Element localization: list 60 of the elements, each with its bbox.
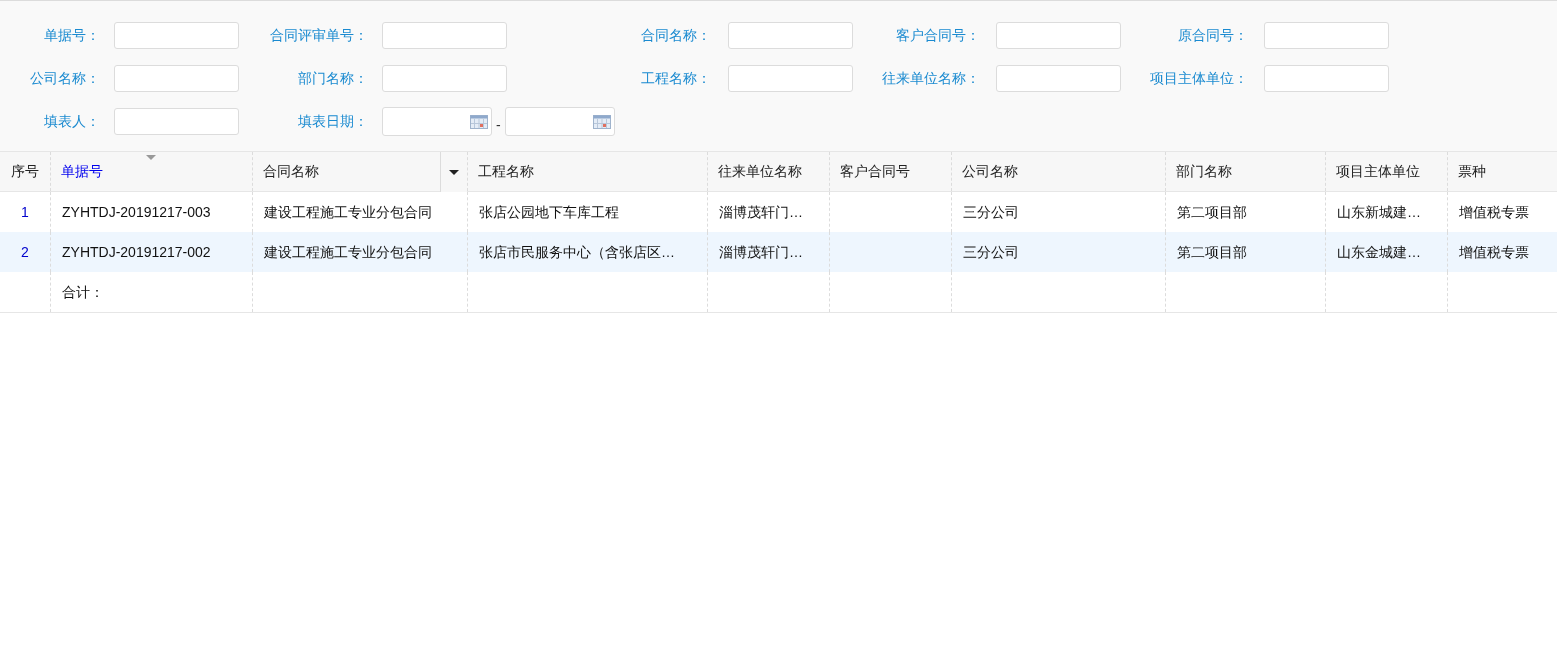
- date-field[interactable]: [504, 107, 615, 136]
- table-cell-text: ZYHTDJ-20191217-003: [62, 202, 211, 222]
- input-field[interactable]: [1264, 22, 1389, 49]
- field-label: 填表日期：: [297, 112, 368, 131]
- table-cell-text: 第二项目部: [1177, 202, 1247, 222]
- input-field[interactable]: [1264, 65, 1389, 92]
- table-cell-text: 山东金城建…: [1337, 242, 1421, 262]
- column-header[interactable]: 单据号: [50, 152, 252, 191]
- field-label: 部门名称：: [297, 69, 368, 88]
- column-header[interactable]: 工程名称: [467, 152, 707, 191]
- table-row[interactable]: 2 ZYHTDJ-20191217-002 建设工程施工专业分包合同 张店市民服务中心（含张店区… 淄博茂轩门… 三分公司 第二项目部 山东金城建… 增值税专票: [0, 232, 1557, 272]
- table-cell-text: 第二项目部: [1177, 242, 1247, 262]
- field-label: 填表人：: [43, 112, 100, 131]
- column-header[interactable]: 公司名称: [951, 152, 1165, 191]
- table-cell-text: 张店公园地下车库工程: [479, 202, 619, 222]
- column-header[interactable]: 票种: [1447, 152, 1557, 191]
- column-header[interactable]: 项目主体单位: [1325, 152, 1447, 191]
- input-field[interactable]: [996, 22, 1121, 49]
- input-field[interactable]: [382, 22, 507, 49]
- field-label: 客户合同号：: [895, 26, 980, 45]
- column-header[interactable]: 客户合同号: [829, 152, 951, 191]
- column-header[interactable]: 往来单位名称: [707, 152, 829, 191]
- table-cell-text: 三分公司: [963, 202, 1019, 222]
- input-field[interactable]: [996, 65, 1121, 92]
- field-label: 项目主体单位：: [1149, 69, 1248, 88]
- date-field[interactable]: [382, 107, 492, 136]
- column-menu-button[interactable]: [440, 152, 467, 192]
- column-header[interactable]: 部门名称: [1165, 152, 1325, 191]
- field-label: 原合同号：: [1177, 26, 1248, 45]
- input-field[interactable]: [114, 22, 239, 49]
- table-cell-text: ZYHTDJ-20191217-002: [62, 242, 211, 262]
- table-cell-text: 建设工程施工专业分包合同: [264, 202, 432, 222]
- calendar-icon[interactable]: [592, 114, 611, 129]
- table-cell-text: 增值税专票: [1459, 242, 1529, 262]
- field-label: 工程名称：: [640, 69, 711, 88]
- caret-icon: [449, 169, 459, 175]
- table-cell-text: 三分公司: [963, 242, 1019, 262]
- field-label: 合同评审单号：: [269, 26, 368, 45]
- input-field[interactable]: [728, 22, 853, 49]
- input-field[interactable]: [114, 65, 239, 92]
- table-cell-text: 2: [21, 242, 29, 262]
- field-label: 公司名称：: [29, 69, 100, 88]
- table-cell-text: 建设工程施工专业分包合同: [264, 242, 432, 262]
- input-field[interactable]: [728, 65, 853, 92]
- table-cell-text: 1: [21, 202, 29, 222]
- input-field[interactable]: [114, 108, 239, 135]
- sort-arrow-icon: [146, 155, 156, 160]
- table-cell-text: 淄博茂轩门…: [719, 242, 803, 262]
- calendar-icon[interactable]: [470, 114, 488, 129]
- field-label: 单据号：: [43, 26, 100, 45]
- table-cell-text: 张店市民服务中心（含张店区…: [479, 242, 675, 262]
- column-header[interactable]: 序号: [0, 152, 50, 191]
- field-label: 合同名称：: [640, 26, 711, 45]
- total-label: 合计：: [62, 282, 104, 302]
- table-cell-text: 山东新城建…: [1337, 202, 1421, 222]
- field-label: 往来单位名称：: [881, 69, 980, 88]
- input-field[interactable]: [382, 65, 507, 92]
- range-separator: -: [496, 116, 501, 135]
- table-cell-text: 增值税专票: [1459, 202, 1529, 222]
- table-cell-text: 淄博茂轩门…: [719, 202, 803, 222]
